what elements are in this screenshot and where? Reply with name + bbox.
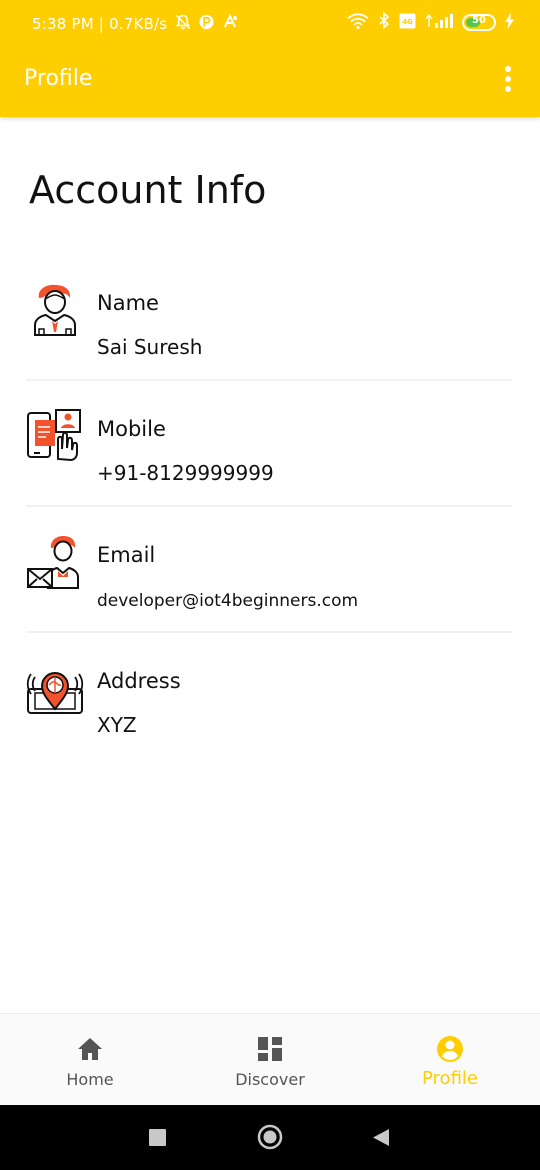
- info-label: Mobile: [97, 417, 166, 441]
- page-title: Account Info: [29, 168, 267, 212]
- nav-item-home[interactable]: Home: [0, 1014, 180, 1106]
- info-item-address: Address XYZ: [26, 633, 512, 759]
- info-item-email: Email developer@iot4beginners.com: [26, 507, 512, 633]
- info-label: Address: [97, 669, 181, 693]
- info-item-mobile: Mobile +91-8129999999: [26, 381, 512, 507]
- nav-label-profile: Profile: [422, 1068, 478, 1089]
- bluetooth-icon: [378, 11, 390, 33]
- app-notification-icon: [222, 13, 238, 34]
- info-value: Sai Suresh: [97, 335, 203, 359]
- mobile-touch-icon: [26, 407, 84, 465]
- nav-item-profile[interactable]: Profile: [360, 1014, 540, 1106]
- battery-level: 50: [472, 15, 486, 26]
- notification-off-icon: [175, 14, 191, 34]
- info-label: Email: [97, 543, 156, 567]
- account-circle-icon: [437, 1036, 463, 1062]
- bottom-navigation: Home Discover Profile: [0, 1013, 540, 1105]
- home-icon: [78, 1038, 102, 1060]
- person-mail-icon: [26, 533, 84, 591]
- parking-app-icon: [199, 14, 214, 34]
- info-item-name: Name Sai Suresh: [26, 255, 512, 381]
- info-value: +91-8129999999: [97, 461, 274, 485]
- back-icon[interactable]: [372, 1128, 390, 1151]
- system-navigation-bar: [0, 1105, 540, 1170]
- nav-label-home: Home: [66, 1070, 114, 1089]
- info-value: developer@iot4beginners.com: [97, 591, 359, 611]
- location-pin-phone-icon: [26, 659, 84, 717]
- battery-icon: 50: [462, 14, 496, 31]
- status-left: 5:38 PM | 0.7KB/s: [32, 13, 238, 34]
- nav-item-discover[interactable]: Discover: [180, 1014, 360, 1106]
- app-bar: 5:38 PM | 0.7KB/s 4G 50 Profile: [0, 0, 540, 117]
- status-time-speed: 5:38 PM | 0.7KB/s: [32, 15, 168, 33]
- app-bar-title: Profile: [24, 66, 93, 91]
- signal-icon: [425, 13, 453, 33]
- status-bar: 5:38 PM | 0.7KB/s 4G 50: [0, 0, 540, 48]
- dashboard-icon: [258, 1037, 282, 1061]
- person-avatar-icon: [26, 281, 84, 339]
- wifi-icon: [347, 12, 369, 33]
- volte-icon: 4G: [399, 13, 416, 33]
- recents-icon[interactable]: [149, 1129, 166, 1150]
- more-vert-icon[interactable]: [498, 66, 518, 92]
- home-button-icon[interactable]: [257, 1124, 283, 1154]
- charging-icon: [505, 12, 514, 33]
- info-label: Name: [97, 291, 159, 315]
- nav-label-discover: Discover: [235, 1070, 305, 1089]
- status-right: 4G 50: [347, 11, 514, 33]
- svg-text:4G: 4G: [402, 18, 413, 26]
- info-value: XYZ: [97, 713, 137, 737]
